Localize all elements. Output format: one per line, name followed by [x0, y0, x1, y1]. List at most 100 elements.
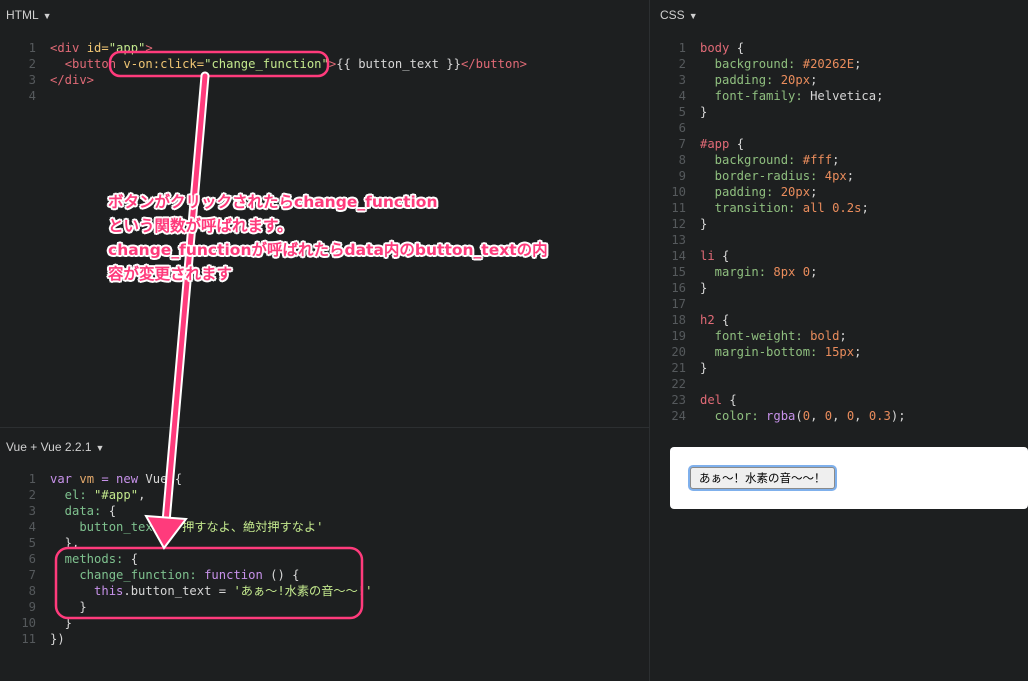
html-editor[interactable]: 1 <div id="app"> 2 <button v-on:click="cha… — [0, 40, 527, 104]
code-token: { — [736, 41, 745, 55]
code-token: var — [50, 472, 80, 486]
line-number: 8 — [28, 584, 36, 598]
code-token: 20px — [780, 185, 811, 199]
code-token: ; — [810, 265, 818, 279]
result-app-container: あぁ〜！水素の音〜〜！ — [670, 447, 1028, 509]
code-token: rgba — [766, 409, 796, 423]
line-number: 1 — [28, 41, 36, 55]
code-token: ; — [839, 329, 847, 343]
code-line: 10 } — [0, 615, 372, 631]
code-token: ; — [854, 57, 862, 71]
code-token: '押すなよ、絶対押すなよ' — [174, 520, 324, 534]
code-line: 17 — [650, 296, 906, 312]
code-line: 19 font-weight: bold; — [650, 328, 906, 344]
code-token: 20px — [780, 73, 811, 87]
code-token: } — [50, 616, 73, 630]
code-token: ; — [810, 73, 818, 87]
code-token: > — [145, 41, 153, 55]
code-token: ; — [846, 169, 855, 183]
code-token: "app" — [108, 41, 146, 55]
line-number: 1 — [678, 41, 686, 55]
html-pane-header[interactable]: HTML ▼ — [6, 0, 52, 30]
line-number: 12 — [671, 217, 686, 231]
line-number: 19 — [671, 329, 686, 343]
vertical-divider[interactable] — [649, 0, 650, 681]
code-line: 20 margin-bottom: 15px; — [650, 344, 906, 360]
code-token: padding: — [700, 185, 781, 199]
code-token: ; — [854, 345, 862, 359]
code-token: { — [722, 313, 730, 327]
line-number: 16 — [671, 281, 686, 295]
line-number: 23 — [671, 393, 686, 407]
line-number: 22 — [671, 377, 686, 391]
code-line: 16} — [650, 280, 906, 296]
code-token: #20262E — [802, 57, 855, 71]
line-number: 5 — [28, 536, 36, 550]
code-token: Vue({ — [145, 472, 183, 486]
line-number: 21 — [671, 361, 686, 375]
line-number: 20 — [671, 345, 686, 359]
code-line: 3 data: { — [0, 503, 372, 519]
code-line: 2 <button v-on:click="change_function">{… — [0, 56, 527, 72]
code-line: 10 padding: 20px; — [650, 184, 906, 200]
code-line: 5 }, — [0, 535, 372, 551]
code-line: 8 background: #fff; — [650, 152, 906, 168]
code-line: 15 margin: 8px 0; — [650, 264, 906, 280]
result-button[interactable]: あぁ〜！水素の音〜〜！ — [690, 467, 835, 489]
code-line: 1 <div id="app"> — [0, 40, 527, 56]
code-token: margin-bottom: — [700, 345, 825, 359]
code-line: 6 methods: { — [0, 551, 372, 567]
html-pane-title: HTML — [6, 8, 39, 22]
js-editor[interactable]: 1 var vm = new Vue({2 el: "#app", 3 data: … — [0, 471, 372, 647]
chevron-down-icon: ▼ — [95, 443, 105, 453]
code-token: #fff — [802, 153, 833, 167]
code-token: "change_function" — [204, 57, 329, 71]
code-token: v-on:click= — [123, 57, 205, 71]
code-token: { — [130, 552, 139, 566]
line-number: 10 — [21, 616, 36, 630]
js-pane-header[interactable]: Vue + Vue 2.2.1 ▼ — [6, 432, 104, 462]
line-number: 6 — [28, 552, 36, 566]
code-token: ; — [832, 153, 840, 167]
line-number: 4 — [678, 89, 686, 103]
css-pane-title: CSS — [660, 8, 685, 22]
line-number: 7 — [678, 137, 686, 151]
line-number: 4 — [28, 89, 36, 103]
line-number: 8 — [678, 153, 686, 167]
code-token: .button_text = — [123, 584, 234, 598]
code-token: } — [700, 105, 708, 119]
code-token: 0 — [802, 265, 811, 279]
code-token: } — [700, 217, 708, 231]
code-line: 4 font-family: Helvetica; — [650, 88, 906, 104]
code-token: 4px — [824, 169, 847, 183]
code-token: transition: — [700, 201, 803, 215]
code-line: 6 — [650, 120, 906, 136]
horizontal-divider[interactable] — [0, 427, 649, 428]
code-token: { — [108, 504, 117, 518]
code-line: 7 #app { — [650, 136, 906, 152]
code-token: color: — [700, 409, 767, 423]
chevron-down-icon: ▼ — [688, 11, 698, 21]
code-token: "#app" — [94, 488, 139, 502]
code-token: , — [138, 488, 146, 502]
code-token: ); — [890, 409, 906, 423]
code-line: 24 color: rgba(0, 0, 0, 0.3); — [650, 408, 906, 424]
code-line: 13 — [650, 232, 906, 248]
code-token: } — [50, 600, 87, 614]
code-line: 12} — [650, 216, 906, 232]
code-token: { — [736, 137, 745, 151]
code-token: all — [802, 201, 825, 215]
code-token: , — [810, 409, 825, 423]
code-token: 0.2s — [832, 201, 862, 215]
code-token: 'あぁ〜!水素の音〜〜!' — [233, 584, 373, 598]
annotation-line-3: change_functionが呼ばれたらdata内のbutton_textの内 — [108, 241, 548, 259]
css-editor[interactable]: 1 body {2 background: #20262E; 3 padding: … — [650, 40, 906, 424]
line-number: 18 — [671, 313, 686, 327]
line-number: 11 — [671, 201, 686, 215]
code-token: el: — [50, 488, 95, 502]
code-token: Helvetica — [810, 89, 877, 103]
css-pane-header[interactable]: CSS ▼ — [660, 0, 698, 30]
